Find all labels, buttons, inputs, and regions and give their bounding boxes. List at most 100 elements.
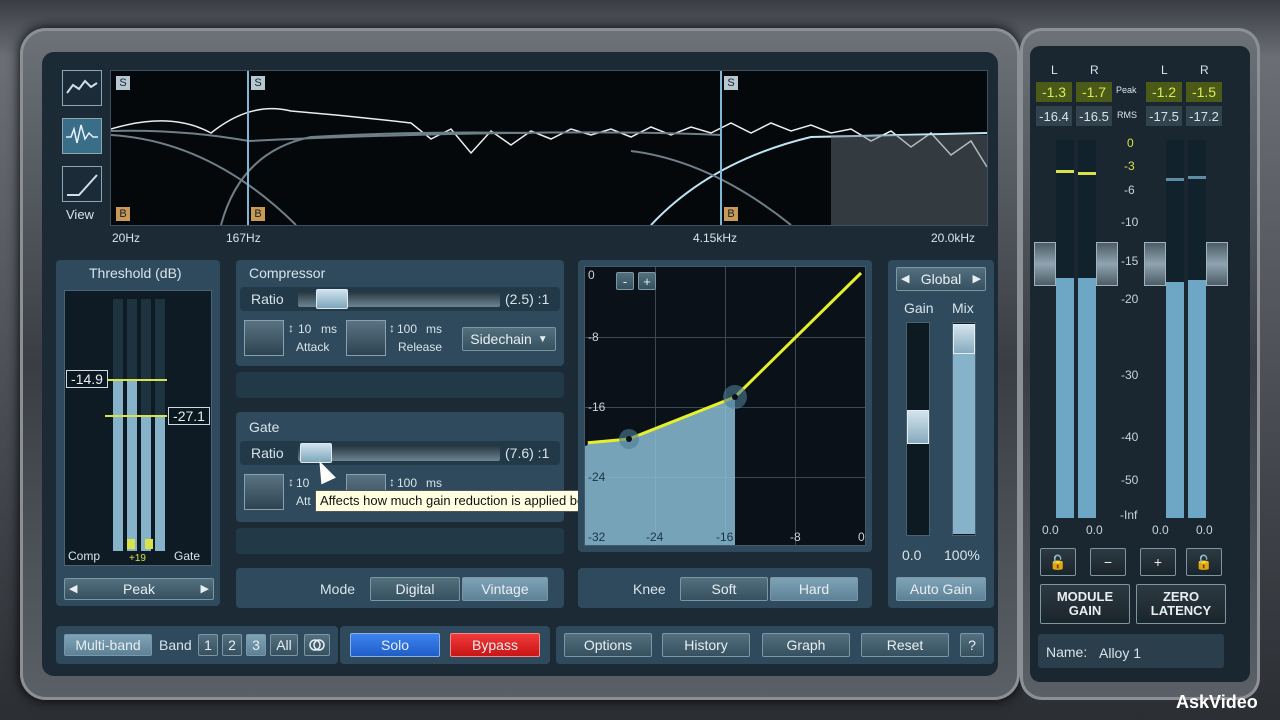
input-l-label: L <box>1051 63 1058 77</box>
reset-button[interactable]: Reset <box>861 633 949 657</box>
chevron-left-icon[interactable]: ◀ <box>901 272 909 285</box>
gain-value: 0.0 <box>902 547 922 563</box>
output-lock-icon[interactable]: 🔓 <box>1186 548 1222 576</box>
view-label: View <box>66 207 94 222</box>
comp-meter-fill <box>113 381 123 551</box>
gain-fader-thumb[interactable] <box>907 410 929 444</box>
band-2-solo-button[interactable]: S <box>251 76 265 90</box>
auto-gain-button[interactable]: Auto Gain <box>896 577 986 601</box>
chevron-right-icon[interactable]: ▶ <box>201 582 209 595</box>
output-l-label: L <box>1161 63 1168 77</box>
peak-label: Peak <box>1116 85 1137 95</box>
input-peak-r: -1.7 <box>1076 82 1112 102</box>
compressor-ratio-slider-thumb[interactable] <box>316 289 348 309</box>
curve-view-icon[interactable] <box>62 166 102 202</box>
mode-digital-button[interactable]: Digital <box>370 577 460 601</box>
gate-attack-knob[interactable] <box>244 474 284 510</box>
link-bands-icon[interactable] <box>304 634 330 656</box>
comp-label: Comp <box>68 549 101 563</box>
mix-fader-thumb[interactable] <box>953 324 975 354</box>
graph-zoom-in-button[interactable]: + <box>638 272 656 290</box>
transfer-graph[interactable] <box>584 266 866 546</box>
input-r-label: R <box>1090 63 1099 77</box>
band-3-bypass-button[interactable]: B <box>724 207 738 221</box>
crossover-line-4khz[interactable] <box>720 71 722 225</box>
scale-10: -10 <box>1121 215 1139 229</box>
input-lock-icon[interactable]: 🔓 <box>1040 548 1076 576</box>
gate-ratio-value: (7.6) :1 <box>505 445 550 461</box>
output-meter-l <box>1166 140 1184 518</box>
input-fader-r-value: 0.0 <box>1086 523 1103 537</box>
gate-threshold-value[interactable]: -27.1 <box>168 407 210 425</box>
graph-x-label-24: -24 <box>646 530 664 544</box>
freq-label-20hz: 20Hz <box>112 231 141 245</box>
global-select[interactable]: ◀ Global ▶ <box>896 267 986 291</box>
chevron-right-icon[interactable]: ▶ <box>973 272 981 285</box>
band-1-bypass-button[interactable]: B <box>116 207 130 221</box>
output-fader-l[interactable] <box>1144 242 1166 286</box>
watermark-logo: AskVideo <box>1176 692 1258 712</box>
zero-latency-button[interactable]: ZERO LATENCY <box>1136 584 1226 624</box>
band-all-button[interactable]: All <box>270 634 298 656</box>
module-gain-button[interactable]: MODULE GAIN <box>1040 584 1130 624</box>
input-fader-l-value: 0.0 <box>1042 523 1059 537</box>
graph-x-label-16: -16 <box>716 530 734 544</box>
up-down-arrow-icon: ↕ <box>389 321 395 335</box>
compressor-release-unit: ms <box>426 322 442 336</box>
compressor-release-knob[interactable] <box>346 320 386 356</box>
detection-mode-select[interactable]: ◀ Peak ▶ <box>64 578 214 600</box>
scale-15: -15 <box>1121 254 1139 268</box>
graph-y-label-0: 0 <box>588 268 595 282</box>
scale-0: 0 <box>1127 136 1134 150</box>
graph-zoom-out-button[interactable]: - <box>616 272 634 290</box>
mode-vintage-button[interactable]: Vintage <box>462 577 548 601</box>
waveform-view-icon[interactable] <box>62 70 102 106</box>
band-3-button[interactable]: 3 <box>246 634 266 656</box>
threshold-meter-area[interactable] <box>64 290 212 566</box>
comp-threshold-line[interactable] <box>105 379 167 381</box>
compressor-attack-knob[interactable] <box>244 320 284 356</box>
multiband-button[interactable]: Multi-band <box>64 634 152 656</box>
input-fader-l[interactable] <box>1034 242 1056 286</box>
bypass-button[interactable]: Bypass <box>450 633 540 657</box>
history-button[interactable]: History <box>662 633 750 657</box>
plus-icon[interactable]: + <box>1140 548 1176 576</box>
preset-name-label: Name: <box>1046 644 1088 660</box>
minus-icon[interactable]: − <box>1090 548 1126 576</box>
gate-attack-value: 10 <box>296 476 310 490</box>
scale-40: -40 <box>1121 430 1139 444</box>
compressor-attack-value: 10 <box>298 322 312 336</box>
comp-threshold-value[interactable]: -14.9 <box>66 370 108 388</box>
band-1-button[interactable]: 1 <box>198 634 218 656</box>
compressor-title: Compressor <box>249 265 326 281</box>
freq-label-4khz: 4.15kHz <box>693 231 738 245</box>
chevron-left-icon[interactable]: ◀ <box>69 582 77 595</box>
threshold-title: Threshold (dB) <box>89 265 182 281</box>
band-2-button[interactable]: 2 <box>222 634 242 656</box>
band-1-solo-button[interactable]: S <box>116 76 130 90</box>
sidechain-button[interactable]: Sidechain ▼ <box>462 327 556 351</box>
knee-soft-button[interactable]: Soft <box>680 577 768 601</box>
band-3-solo-button[interactable]: S <box>724 76 738 90</box>
scale-6: -6 <box>1124 183 1135 197</box>
input-meter-l <box>1056 140 1074 518</box>
input-fader-r[interactable] <box>1096 242 1118 286</box>
spectrum-view-icon[interactable] <box>62 118 102 154</box>
options-button[interactable]: Options <box>564 633 652 657</box>
output-fader-r[interactable] <box>1206 242 1228 286</box>
help-button[interactable]: ? <box>960 633 984 657</box>
solo-button[interactable]: Solo <box>350 633 440 657</box>
gain-reduction-value: +19 <box>129 553 146 564</box>
graph-button[interactable]: Graph <box>762 633 850 657</box>
knee-hard-button[interactable]: Hard <box>770 577 858 601</box>
crossover-line-167hz[interactable] <box>247 71 249 225</box>
chevron-down-icon: ▼ <box>537 333 548 345</box>
compressor-attack-label: Attack <box>296 340 330 354</box>
compressor-release-value: 100 <box>397 322 418 336</box>
knee-label: Knee <box>633 581 666 597</box>
scale-inf: -Inf <box>1120 508 1138 522</box>
compressor-spacer <box>236 372 564 398</box>
gate-threshold-line[interactable] <box>105 415 167 417</box>
band-2-bypass-button[interactable]: B <box>251 207 265 221</box>
spectrum-display[interactable] <box>110 70 988 226</box>
